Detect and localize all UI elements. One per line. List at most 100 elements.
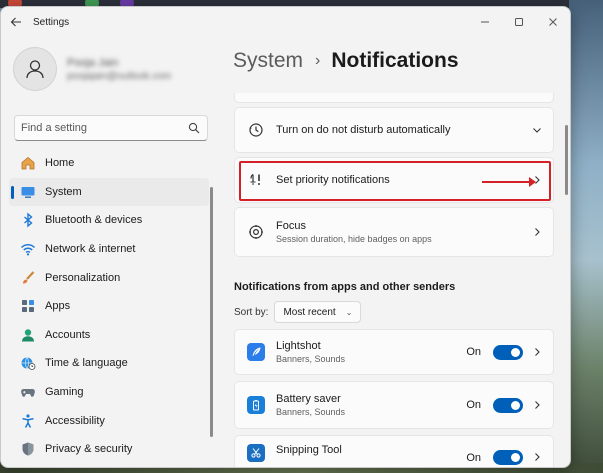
window-title: Settings	[33, 16, 70, 28]
sidebar-item-label: Apps	[45, 300, 71, 313]
shield-icon	[19, 440, 37, 458]
annotation-arrow	[482, 177, 536, 187]
sort-value: Most recent	[283, 306, 336, 318]
desktop-wallpaper-edge	[569, 0, 603, 473]
app-name: Snipping Tool	[276, 444, 342, 456]
brush-icon	[19, 269, 37, 287]
main-scrollbar[interactable]	[565, 125, 568, 195]
search-input[interactable]	[21, 122, 187, 134]
feather-icon	[247, 343, 265, 361]
avatar	[13, 47, 57, 91]
minimize-button[interactable]	[468, 7, 502, 37]
search-box[interactable]	[14, 115, 208, 141]
sidebar-item-home[interactable]: Home	[9, 149, 209, 178]
breadcrumb-separator: ›	[315, 52, 321, 69]
setting-focus[interactable]: Focus Session duration, hide badges on a…	[234, 207, 554, 257]
profile-email: poojajain@outlook.com	[67, 70, 172, 82]
battery-icon	[247, 396, 265, 414]
toggle-group: On	[466, 450, 523, 465]
home-icon	[19, 154, 37, 172]
person-icon	[26, 60, 44, 79]
gamepad-icon	[19, 383, 37, 401]
chevron-right-icon[interactable]	[527, 400, 547, 410]
wifi-icon	[19, 240, 37, 258]
setting-title: Turn on do not disturb automatically	[276, 124, 451, 136]
notification-toggle[interactable]	[493, 344, 523, 360]
sidebar-item-accessibility[interactable]: Accessibility	[9, 406, 209, 435]
sidebar-item-gaming[interactable]: Gaming	[9, 378, 209, 407]
notification-toggle[interactable]	[493, 397, 523, 413]
sidebar-item-label: Personalization	[45, 271, 121, 284]
close-icon	[549, 18, 557, 26]
sidebar-item-label: Gaming	[45, 386, 84, 399]
back-button[interactable]	[1, 7, 31, 37]
toggle-label: On	[466, 451, 481, 464]
sidebar-item-system[interactable]: System	[9, 177, 209, 207]
close-button[interactable]	[536, 7, 570, 37]
sort-dropdown[interactable]: Most recent ⌄	[274, 301, 362, 323]
sidebar-scrollbar[interactable]	[210, 187, 213, 437]
settings-window: Settings Pooja Jain poojajain@outlook.co…	[0, 6, 571, 468]
main-content: System › Notifications Turn on do not di…	[219, 37, 570, 467]
sidebar: Pooja Jain poojajain@outlook.com Home	[1, 37, 219, 467]
minimize-icon	[481, 21, 489, 23]
account-icon	[19, 326, 37, 344]
sidebar-item-personalization[interactable]: Personalization	[9, 263, 209, 292]
accessibility-icon	[19, 412, 37, 430]
setting-dnd-automatic[interactable]: Turn on do not disturb automatically	[234, 107, 554, 153]
setting-subtitle: Session duration, hide badges on apps	[276, 234, 432, 244]
sidebar-item-label: Accessibility	[45, 414, 105, 427]
sidebar-item-label: Time & language	[45, 357, 128, 370]
app-name: Lightshot	[276, 340, 321, 352]
chevron-right-icon[interactable]	[527, 227, 547, 237]
app-row-battery-saver[interactable]: Battery saver Banners, Sounds On	[234, 381, 554, 429]
scissors-icon	[247, 444, 265, 462]
sidebar-item-network[interactable]: Network & internet	[9, 235, 209, 264]
apps-icon	[19, 297, 37, 315]
monitor-icon	[19, 183, 37, 201]
chevron-down-icon[interactable]	[527, 125, 547, 135]
user-profile[interactable]: Pooja Jain poojajain@outlook.com	[13, 47, 171, 91]
globe-clock-icon	[19, 354, 37, 372]
maximize-icon	[515, 18, 523, 26]
sort-control: Sort by: Most recent ⌄	[234, 301, 362, 323]
sort-label: Sort by:	[234, 306, 269, 318]
app-row-snipping-tool[interactable]: Snipping Tool On	[234, 435, 554, 467]
title-bar: Settings	[1, 7, 570, 37]
profile-name: Pooja Jain	[67, 56, 119, 69]
maximize-button[interactable]	[502, 7, 536, 37]
sidebar-item-label: Bluetooth & devices	[45, 214, 143, 227]
sidebar-item-label: Network & internet	[45, 243, 136, 256]
toggle-group: On	[466, 344, 523, 360]
sidebar-item-bluetooth[interactable]: Bluetooth & devices	[9, 206, 209, 235]
app-name: Battery saver	[276, 393, 341, 405]
sidebar-item-time-language[interactable]: Time & language	[9, 349, 209, 378]
sidebar-item-label: Privacy & security	[45, 443, 133, 456]
window-controls	[468, 7, 570, 37]
toggle-label: On	[466, 399, 481, 411]
sidebar-item-label: Home	[45, 157, 75, 170]
toggle-group: On	[466, 397, 523, 413]
app-subtitle: Banners, Sounds	[276, 407, 346, 417]
sidebar-item-label: System	[45, 185, 82, 198]
chevron-down-icon: ⌄	[345, 307, 353, 317]
sidebar-item-accounts[interactable]: Accounts	[9, 321, 209, 350]
page-title: Notifications	[331, 49, 459, 72]
sidebar-nav: Home System Bluetooth & devices Network …	[9, 149, 209, 464]
sidebar-item-privacy[interactable]: Privacy & security	[9, 435, 209, 464]
chevron-right-icon[interactable]	[527, 452, 547, 462]
breadcrumb: System › Notifications	[233, 49, 459, 73]
focus-icon	[247, 223, 265, 241]
clock-icon	[247, 121, 265, 139]
notification-toggle[interactable]	[493, 450, 523, 465]
arrow-left-icon	[10, 17, 21, 27]
bluetooth-icon	[19, 211, 37, 229]
sidebar-item-apps[interactable]: Apps	[9, 292, 209, 321]
setting-title: Focus	[276, 220, 306, 232]
toggle-label: On	[466, 346, 481, 358]
sidebar-item-label: Accounts	[45, 328, 91, 341]
chevron-right-icon[interactable]	[527, 347, 547, 357]
search-icon[interactable]	[187, 121, 201, 135]
app-row-lightshot[interactable]: Lightshot Banners, Sounds On	[234, 329, 554, 375]
breadcrumb-parent[interactable]: System	[233, 49, 303, 73]
